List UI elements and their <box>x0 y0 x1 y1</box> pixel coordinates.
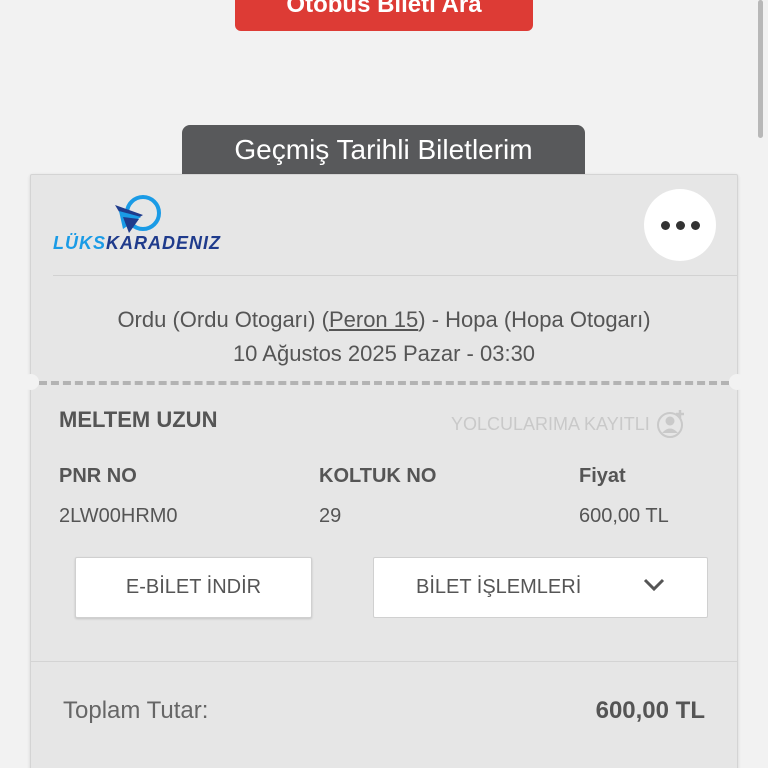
company-logo: LÜKSKARADENIZ <box>53 195 223 255</box>
ticket-notch-right <box>729 374 745 390</box>
route-datetime: 10 Ağustos 2025 Pazar - 03:30 <box>232 341 536 366</box>
bird-logo-icon <box>115 195 161 233</box>
download-eticket-button[interactable]: E-BİLET İNDİR <box>75 557 312 618</box>
passenger-name: MELTEM UZUN <box>59 407 218 432</box>
pnr-header: PNR NO <box>59 465 137 487</box>
dashed-separator <box>39 381 729 385</box>
logo-wordmark: LÜKSKARADENIZ <box>53 233 221 253</box>
seat-value: 29 <box>319 505 342 527</box>
user-plus-icon <box>656 410 684 438</box>
pnr-value: 2LW00HRM0 <box>59 505 178 527</box>
price-value: 600,00 TL <box>579 505 669 527</box>
price-header: Fiyat <box>579 465 626 487</box>
seat-header: KOLTUK NO <box>319 465 437 487</box>
ticket-card: LÜKSKARADENIZ Ordu (Ordu Otogarı) (Peron… <box>23 174 745 768</box>
total-value: 600,00 TL <box>595 697 705 724</box>
peron-link[interactable]: Peron 15 <box>329 307 418 332</box>
divider <box>53 275 737 276</box>
search-bus-ticket-button[interactable]: Otobüs Bileti Ara <box>235 0 533 31</box>
scrollbar[interactable] <box>758 0 763 138</box>
divider <box>31 661 737 662</box>
more-horizontal-icon <box>660 220 670 230</box>
more-options-button[interactable] <box>644 189 716 261</box>
route-info: Ordu (Ordu Otogarı) (Peron 15) - Hopa (H… <box>31 303 737 371</box>
saved-passenger-indicator[interactable]: YOLCULARIMA KAYITLI <box>451 409 686 439</box>
ticket-operations-dropdown[interactable]: BİLET İŞLEMLERİ <box>373 557 708 618</box>
section-title: Geçmiş Tarihli Biletlerim <box>182 125 585 177</box>
chevron-down-icon <box>643 578 665 592</box>
ticket-notch-left <box>23 374 39 390</box>
total-label: Toplam Tutar: <box>63 697 209 724</box>
route-line: Ordu (Ordu Otogarı) (Peron 15) - Hopa (H… <box>117 307 651 332</box>
